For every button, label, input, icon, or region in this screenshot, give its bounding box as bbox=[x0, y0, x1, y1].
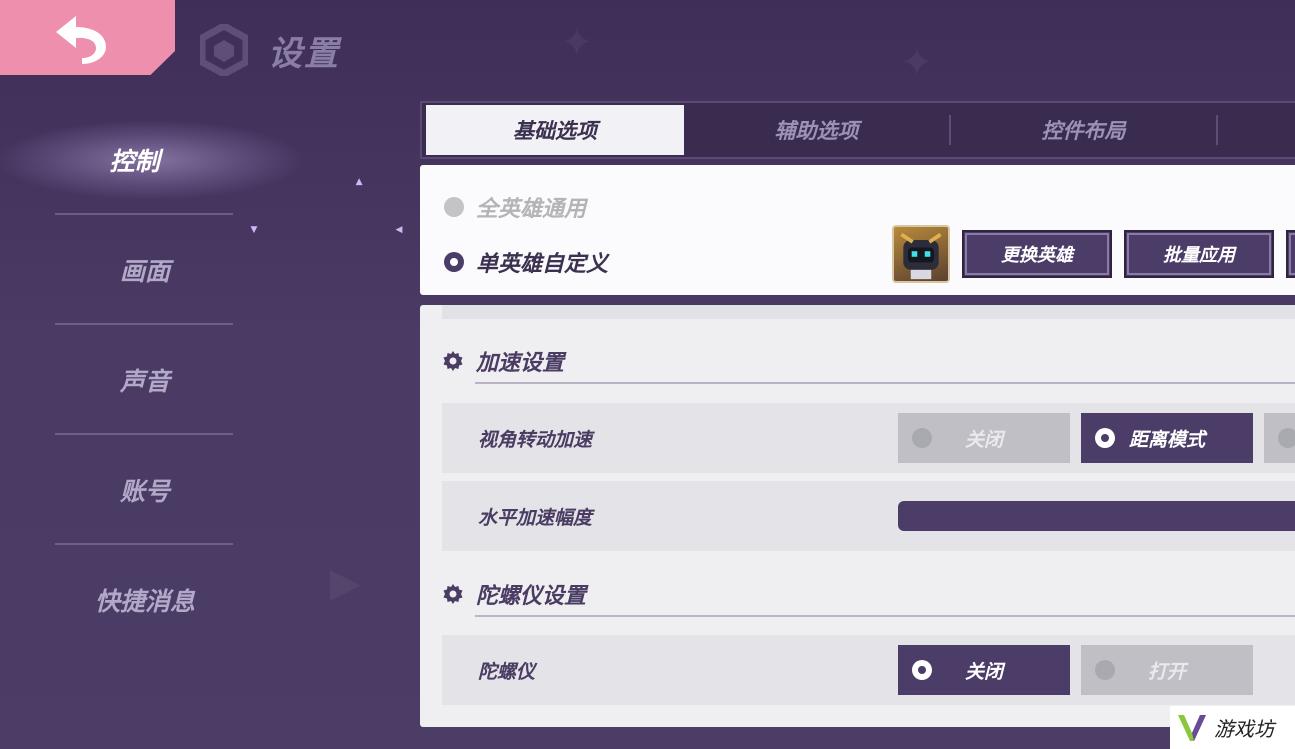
page-title: 设置 bbox=[268, 33, 340, 74]
more-button[interactable] bbox=[1286, 230, 1295, 278]
option-off[interactable]: 关闭 bbox=[898, 413, 1070, 463]
row-view-rotation-accel: 视角转动加速 关闭 距离模式 bbox=[442, 403, 1295, 473]
radio-label: 全英雄通用 bbox=[476, 197, 587, 222]
option-more[interactable] bbox=[1264, 413, 1295, 463]
option-label: 打开 bbox=[1147, 660, 1186, 683]
settings-logo-icon bbox=[200, 24, 248, 76]
sparkle-icon: ▲ bbox=[355, 177, 363, 187]
gear-icon bbox=[443, 351, 463, 371]
option-label: 关闭 bbox=[964, 428, 1003, 451]
option-label: 距离模式 bbox=[1128, 428, 1205, 451]
sidebar-item-label: 控制 bbox=[109, 147, 160, 176]
horizontal-accel-slider[interactable] bbox=[898, 501, 1295, 531]
batch-apply-button[interactable]: 批量应用 bbox=[1124, 230, 1274, 278]
radio-on-icon bbox=[912, 660, 932, 680]
bg-star: ▶ bbox=[330, 560, 361, 606]
radio-off-icon bbox=[444, 197, 464, 217]
gear-icon bbox=[443, 584, 463, 604]
sidebar-item-control[interactable]: 控制 ▲ ▼ ◀ bbox=[0, 105, 402, 235]
sidebar-item-account[interactable]: 账号 bbox=[0, 435, 290, 545]
sparkle-icon: ◀ bbox=[395, 225, 403, 235]
radio-on-icon bbox=[444, 252, 464, 272]
radio-all-heroes[interactable]: 全英雄通用 bbox=[444, 191, 586, 223]
radio-single-hero[interactable]: 单英雄自定义 bbox=[444, 246, 608, 278]
row-gyroscope: 陀螺仪 关闭 打开 bbox=[442, 635, 1295, 705]
tab-label: 辅助选项 bbox=[774, 119, 859, 143]
watermark-text: 游戏坊 bbox=[1214, 717, 1274, 741]
sidebar-item-label: 声音 bbox=[119, 367, 170, 396]
hero-mode-card: 全英雄通用 单英雄自定义 更换英雄 批量应用 bbox=[420, 165, 1295, 295]
change-hero-button[interactable]: 更换英雄 bbox=[962, 230, 1112, 278]
tab-assist-options[interactable]: 辅助选项 bbox=[684, 105, 949, 155]
tab-label: 基础选项 bbox=[513, 119, 597, 143]
tab-bar: 基础选项 辅助选项 控件布局 bbox=[420, 101, 1295, 159]
sidebar-item-label: 画面 bbox=[119, 257, 170, 286]
row-horizontal-accel: 水平加速幅度 bbox=[442, 481, 1295, 551]
watermark: 游戏坊 bbox=[1170, 706, 1295, 749]
radio-on-icon bbox=[1095, 428, 1115, 448]
section-divider bbox=[475, 615, 1295, 617]
option-label: 关闭 bbox=[964, 660, 1003, 683]
sidebar: 控制 ▲ ▼ ◀ 画面 声音 账号 快捷消息 bbox=[0, 105, 402, 655]
row-label: 陀螺仪 bbox=[478, 660, 536, 683]
robot-hero-icon bbox=[900, 232, 942, 280]
tab-separator bbox=[1216, 115, 1218, 145]
radio-off-icon bbox=[1278, 428, 1295, 448]
tab-label: 控件布局 bbox=[1041, 119, 1126, 143]
watermark-logo-icon bbox=[1178, 714, 1206, 741]
radio-off-icon bbox=[1095, 660, 1115, 680]
back-arrow-icon bbox=[55, 15, 106, 64]
sidebar-item-display[interactable]: 画面 bbox=[0, 215, 290, 325]
row-label: 水平加速幅度 bbox=[478, 506, 593, 529]
tab-basic-options[interactable]: 基础选项 bbox=[426, 105, 684, 155]
sidebar-item-quick-messages[interactable]: 快捷消息 bbox=[0, 545, 290, 655]
section-divider bbox=[475, 382, 1295, 384]
section-gyroscope-header: 陀螺仪设置 bbox=[442, 578, 586, 610]
option-gyro-off[interactable]: 关闭 bbox=[898, 645, 1070, 695]
back-button[interactable] bbox=[0, 0, 175, 75]
page-header: 设置 bbox=[200, 24, 340, 76]
radio-off-icon bbox=[912, 428, 932, 448]
section-title: 陀螺仪设置 bbox=[476, 584, 587, 609]
option-gyro-on[interactable]: 打开 bbox=[1081, 645, 1253, 695]
panel-top-bar bbox=[442, 305, 1295, 319]
radio-label: 单英雄自定义 bbox=[476, 252, 609, 277]
row-label: 视角转动加速 bbox=[478, 428, 593, 451]
sidebar-item-label: 账号 bbox=[119, 477, 170, 506]
settings-panel: 加速设置 视角转动加速 关闭 距离模式 水平加速幅度 陀螺仪设置 陀螺仪 关闭 bbox=[420, 305, 1295, 727]
hero-avatar[interactable] bbox=[892, 225, 950, 283]
section-acceleration-header: 加速设置 bbox=[442, 345, 564, 377]
sidebar-item-sound[interactable]: 声音 bbox=[0, 325, 290, 435]
sidebar-item-label: 快捷消息 bbox=[94, 587, 195, 616]
bg-star: ✦ bbox=[900, 40, 934, 86]
button-label: 批量应用 bbox=[1163, 245, 1235, 266]
option-distance-mode[interactable]: 距离模式 bbox=[1081, 413, 1253, 463]
button-label: 更换英雄 bbox=[1001, 245, 1073, 266]
bg-star: ✦ bbox=[560, 20, 594, 66]
section-title: 加速设置 bbox=[476, 351, 565, 376]
tab-control-layout[interactable]: 控件布局 bbox=[951, 105, 1216, 155]
